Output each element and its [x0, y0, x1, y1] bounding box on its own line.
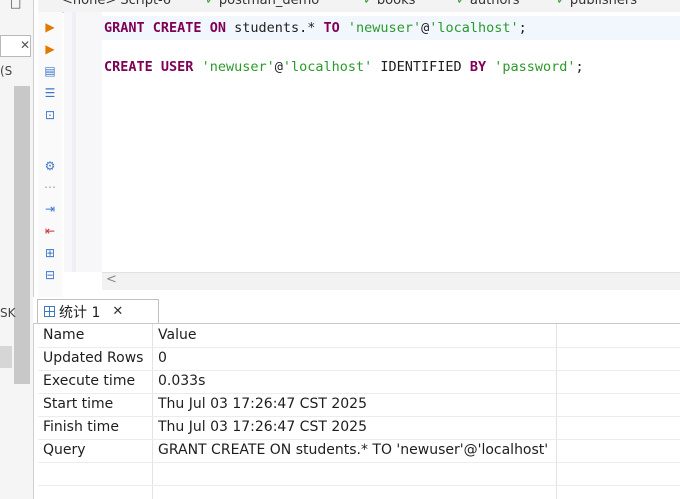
row-name: Execute time — [43, 373, 136, 389]
result-tabs: 统计 1 ✕ — [33, 297, 680, 324]
code-line-2: CREATE USER 'newuser'@'localhost' IDENTI… — [104, 59, 584, 75]
table-row-empty — [38, 462, 680, 486]
tab-publishers[interactable]: ✓ publishers — [556, 0, 637, 8]
import-icon[interactable]: ⇤ — [41, 222, 59, 240]
column-header-value[interactable]: Value — [158, 324, 196, 347]
close-icon[interactable]: ✕ — [112, 304, 123, 319]
row-value: Thu Jul 03 17:26:47 CST 2025 — [158, 396, 367, 412]
sql-editor[interactable]: GRANT CREATE ON students.* TO 'newuser'@… — [102, 12, 680, 272]
table-row[interactable]: Finish time Thu Jul 03 17:26:47 CST 2025 — [38, 416, 680, 440]
tab-postman-demo[interactable]: ✓ postman_demo — [205, 0, 319, 8]
check-icon: ✓ — [205, 0, 216, 8]
settings-icon[interactable]: ⚙ — [41, 157, 59, 175]
editor-gutter — [64, 12, 102, 272]
row-value: Thu Jul 03 17:26:47 CST 2025 — [158, 419, 367, 435]
execute-statement-icon[interactable]: ▶ — [41, 18, 59, 36]
row-name: Finish time — [43, 419, 119, 435]
row-name: Start time — [43, 396, 114, 412]
row-name: Query — [43, 442, 86, 458]
table-row[interactable]: Execute time 0.033s — [38, 370, 680, 394]
editor-horizontal-scrollbar[interactable]: < — [102, 272, 680, 290]
column-header-name[interactable]: Name — [43, 324, 84, 347]
row-value: 0.033s — [158, 373, 206, 389]
table-row[interactable]: Updated Rows 0 — [38, 347, 680, 371]
explain-plan-icon[interactable]: ▤ — [41, 62, 59, 80]
navigator-panel: □ ✕ (S SK — [0, 0, 34, 499]
format-icon[interactable]: ⊞ — [41, 244, 59, 262]
grid-icon — [44, 306, 55, 317]
check-icon: ✓ — [363, 0, 374, 8]
outline-icon[interactable]: ⊟ — [41, 266, 59, 284]
check-icon: ✓ — [456, 0, 467, 8]
clear-filter-icon[interactable]: ✕ — [20, 38, 30, 52]
statistics-table: Name Value Updated Rows 0 Execute time 0… — [38, 324, 680, 499]
row-name: Updated Rows — [43, 350, 144, 366]
check-icon: ✓ — [556, 0, 567, 8]
tab-script-6[interactable]: <none> Script-6 — [62, 0, 171, 8]
more-icon[interactable]: ⋯ — [41, 178, 59, 196]
table-header: Name Value — [38, 324, 680, 348]
scroll-left-icon[interactable]: < — [106, 272, 117, 287]
row-value: GRANT CREATE ON students.* TO 'newuser'@… — [158, 442, 549, 458]
execution-plan-icon[interactable]: ☰ — [41, 84, 59, 102]
navigator-filter-input[interactable]: ✕ — [0, 35, 31, 57]
tab-authors[interactable]: ✓ authors — [456, 0, 520, 8]
console-icon[interactable]: ⊡ — [41, 106, 59, 124]
navigator-item-fragment[interactable]: SK — [0, 306, 16, 320]
row-value: 0 — [158, 350, 167, 366]
navigator-item-fragment[interactable]: (S — [0, 64, 12, 78]
navigator-selected-item[interactable] — [0, 346, 12, 368]
tab-books[interactable]: ✓ books — [363, 0, 415, 8]
window-icon: □ — [10, 0, 22, 10]
code-line-1: GRANT CREATE ON students.* TO 'newuser'@… — [104, 20, 527, 36]
execute-script-icon[interactable]: ▶ — [41, 40, 59, 58]
table-row[interactable]: Start time Thu Jul 03 17:26:47 CST 2025 — [38, 393, 680, 417]
tab-statistics[interactable]: 统计 1 ✕ — [37, 299, 159, 323]
editor-side-toolbar: ▶ ▶ ▤ ☰ ⊡ ⚙ ⋯ ⇥ ⇤ ⊞ ⊟ — [38, 12, 62, 297]
export-icon[interactable]: ⇥ — [41, 200, 59, 218]
table-row[interactable]: Query GRANT CREATE ON students.* TO 'new… — [38, 439, 680, 463]
navigator-scrollbar[interactable] — [14, 86, 30, 384]
